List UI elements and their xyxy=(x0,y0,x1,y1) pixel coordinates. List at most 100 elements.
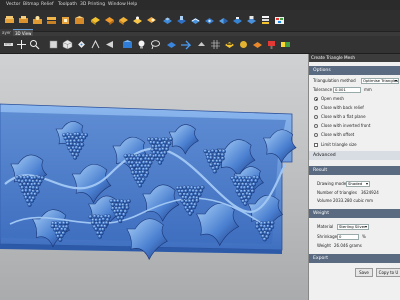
limit-triangle-size-row[interactable]: Limit triangle size xyxy=(309,141,400,149)
grape-berry xyxy=(218,158,223,164)
menu-window[interactable]: Window xyxy=(108,2,126,7)
shape-spin-icon[interactable] xyxy=(146,15,157,26)
blue-sculpt-icon[interactable] xyxy=(176,15,187,26)
export-section-header[interactable]: Export xyxy=(309,254,400,263)
grape-berry xyxy=(150,156,155,162)
relief-add-icon[interactable] xyxy=(18,15,29,26)
shape-yellow-icon[interactable] xyxy=(90,15,101,26)
menu-3d-printing[interactable]: 3D Printing xyxy=(80,2,105,7)
limit-triangle-size-checkbox[interactable] xyxy=(314,143,318,147)
radio-close-inverted-front[interactable]: Close with inverted front xyxy=(309,122,400,130)
blue-erase-icon[interactable] xyxy=(232,15,243,26)
weight-section-header[interactable]: Weight xyxy=(309,209,400,218)
blue-smooth-icon[interactable] xyxy=(190,15,201,26)
move-icon[interactable] xyxy=(16,39,27,50)
menu-relief[interactable]: Relief xyxy=(41,2,54,7)
blue-texture-icon[interactable] xyxy=(204,15,215,26)
relief-tool-icon[interactable] xyxy=(60,15,71,26)
grape-berry xyxy=(151,144,156,149)
relief-stack-icon[interactable] xyxy=(46,15,57,26)
radio-close-offset-label: Close with offset xyxy=(321,132,355,137)
grape-berry xyxy=(36,181,42,187)
shrinkage-unit: % xyxy=(362,234,366,239)
options-section-header[interactable]: Options xyxy=(309,66,400,75)
menu-toolpath[interactable]: Toolpath xyxy=(58,2,77,7)
shape-orange-icon[interactable] xyxy=(104,15,115,26)
lasso-icon[interactable] xyxy=(150,39,161,50)
result-section-header[interactable]: Result xyxy=(309,166,400,175)
stacked-layers-icon[interactable] xyxy=(260,15,271,26)
model-view-icon[interactable] xyxy=(196,39,207,50)
menu-help[interactable]: Help xyxy=(127,2,137,7)
radio-close-offset[interactable]: Close with offset xyxy=(309,131,400,139)
grid-icon[interactable] xyxy=(210,39,221,50)
radio-close-flat-plane[interactable]: Close with a flat plane xyxy=(309,113,400,121)
advanced-section-header[interactable]: Advanced xyxy=(309,151,400,160)
radio-close-inverted-button[interactable] xyxy=(314,124,318,128)
grape-berry xyxy=(19,175,24,180)
grape-berry xyxy=(104,220,109,225)
grape-berry xyxy=(59,233,64,238)
view-front-icon[interactable] xyxy=(48,39,59,50)
view-iso-icon[interactable] xyxy=(62,39,73,50)
menu-bitmap[interactable]: Bitmap xyxy=(23,2,39,7)
view-top-icon[interactable] xyxy=(76,39,87,50)
radio-close-offset-button[interactable] xyxy=(314,133,318,137)
grape-berry xyxy=(262,221,268,226)
relief-combine-icon[interactable] xyxy=(32,15,43,26)
blue-shade-icon[interactable] xyxy=(122,39,133,50)
shape-sweep-icon[interactable] xyxy=(132,15,143,26)
radio-open-mesh[interactable]: Open mesh xyxy=(309,95,400,103)
grape-berry xyxy=(196,185,201,190)
gold-material-icon[interactable] xyxy=(238,39,249,50)
shrinkage-input[interactable]: 0 xyxy=(337,234,359,240)
orange-render-icon[interactable] xyxy=(252,39,263,50)
radio-close-back-relief[interactable]: Close with back relief xyxy=(309,104,400,112)
grape-berry xyxy=(35,185,40,191)
3d-viewport[interactable] xyxy=(0,54,308,300)
limit-triangle-size-label: Limit triangle size xyxy=(321,142,357,147)
grape-berry xyxy=(239,178,244,183)
menu-vector[interactable]: Vector xyxy=(6,2,20,7)
tab-layer[interactable]: ayer xyxy=(0,29,13,36)
drawing-mode-row: Drawing mode Shaded xyxy=(309,180,400,188)
yellow-relief-icon[interactable] xyxy=(224,39,235,50)
blue-arrow-icon[interactable] xyxy=(180,39,191,50)
grape-berry xyxy=(67,135,72,140)
zoom-icon[interactable] xyxy=(29,39,40,50)
material-label: Material xyxy=(317,224,334,229)
grape-berry xyxy=(195,198,200,203)
grape-berry xyxy=(79,138,84,143)
paint-icon[interactable] xyxy=(266,39,277,50)
tolerance-input[interactable]: 0.001 xyxy=(333,87,361,93)
triangulation-label: Triangulation method xyxy=(313,78,356,83)
radio-close-flat-button[interactable] xyxy=(314,115,318,119)
grape-berry xyxy=(232,178,237,183)
grape-berry xyxy=(163,140,168,145)
relief-offset-icon[interactable] xyxy=(74,15,85,26)
blue-fade-icon[interactable] xyxy=(218,15,229,26)
relief-layer-icon[interactable] xyxy=(4,15,15,26)
save-button[interactable]: Save xyxy=(355,268,373,277)
grape-berry xyxy=(203,149,208,154)
radio-close-back-button[interactable] xyxy=(314,106,318,110)
triangulation-select[interactable]: Optimise Triangles xyxy=(361,78,399,84)
grape-berry xyxy=(132,156,137,162)
blue-stamp-icon[interactable] xyxy=(246,15,257,26)
copy-to-button[interactable]: Copy to U xyxy=(376,268,400,277)
light-icon[interactable] xyxy=(136,39,147,50)
blue-select-icon[interactable] xyxy=(166,39,177,50)
grape-berry xyxy=(251,182,256,187)
grape-berry xyxy=(95,231,100,236)
material-select[interactable]: Sterling Silver xyxy=(337,224,369,230)
tab-3d-view[interactable]: 3D View xyxy=(13,29,34,36)
drawing-mode-select[interactable]: Shaded xyxy=(346,181,370,187)
texture-map-icon[interactable] xyxy=(280,39,291,50)
radio-open-mesh-button[interactable] xyxy=(314,97,318,101)
blue-relief-icon[interactable] xyxy=(162,15,173,26)
view-left-icon[interactable] xyxy=(104,39,115,50)
view-right-icon[interactable] xyxy=(90,39,101,50)
ruler-icon[interactable] xyxy=(3,39,14,50)
shape-extrude-icon[interactable] xyxy=(118,15,129,26)
bitmap-color-icon[interactable] xyxy=(274,15,285,26)
